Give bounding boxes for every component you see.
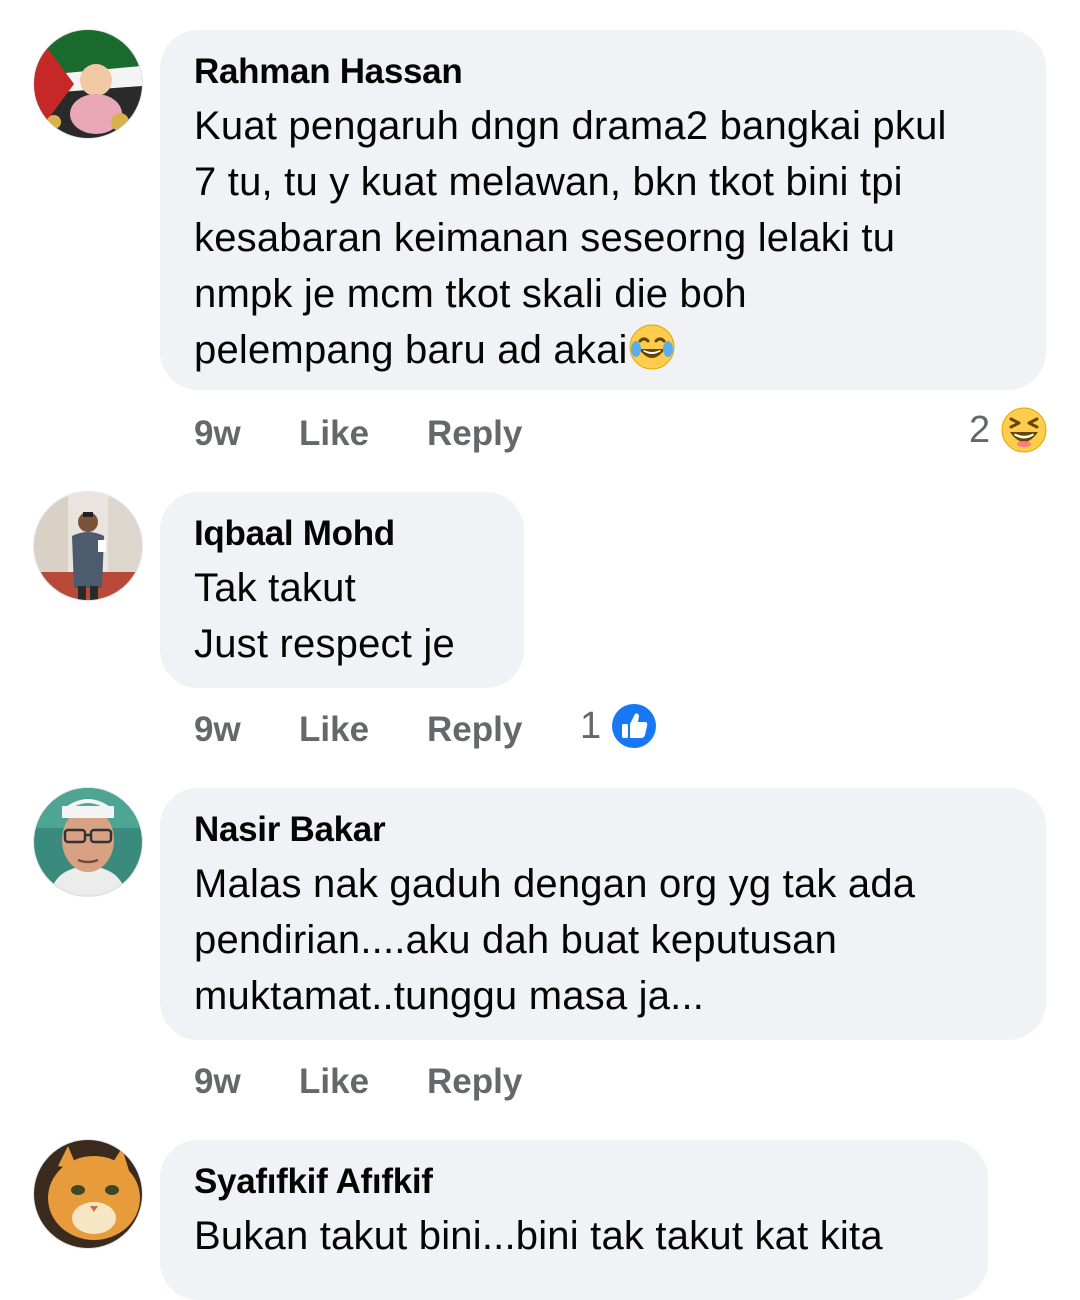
comment-text: Malas nak gaduh dengan org yg tak ada pe…	[194, 862, 916, 1018]
reply-button[interactable]: Reply	[427, 1060, 522, 1104]
comment-author[interactable]: Iqbaal Mohd	[194, 512, 490, 556]
avatar[interactable]	[34, 30, 142, 138]
like-button[interactable]: Like	[299, 708, 369, 752]
like-button[interactable]: Like	[299, 412, 369, 456]
comment-text: Tak takut Just respect je	[194, 566, 455, 666]
comment-author[interactable]: Nasir Bakar	[194, 808, 1012, 852]
avatar[interactable]	[34, 1140, 142, 1248]
comment-time[interactable]: 9w	[194, 1060, 241, 1104]
reaction-summary[interactable]: 2	[966, 406, 1050, 454]
tears-of-joy-emoji-icon	[629, 324, 675, 370]
comment-item: Rahman Hassan Kuat pengaruh dngn drama2 …	[0, 0, 1080, 470]
laughing-emoji-icon	[1001, 407, 1047, 453]
comment-item: Syafıfkif Afıfkif Bukan takut bini...bin…	[0, 1130, 1080, 1300]
comment-author[interactable]: Rahman Hassan	[194, 50, 1012, 94]
comment-bubble: Syafıfkif Afıfkif Bukan takut bini...bin…	[160, 1140, 988, 1300]
comment-author[interactable]: Syafıfkif Afıfkif	[194, 1160, 954, 1204]
comment-time[interactable]: 9w	[194, 708, 241, 752]
avatar-image	[34, 30, 142, 138]
reaction-count: 2	[969, 409, 991, 451]
reaction-summary[interactable]: 1	[580, 702, 660, 750]
comment-text-body: Kuat pengaruh dngn drama2 bangkai pkul 7…	[194, 104, 947, 372]
comment-item: Iqbaal Mohd Tak takut Just respect je 9w…	[0, 470, 1080, 770]
avatar-image	[34, 788, 142, 896]
comment-bubble: Iqbaal Mohd Tak takut Just respect je	[160, 492, 524, 688]
like-button[interactable]: Like	[299, 1060, 369, 1104]
avatar-image	[34, 1140, 142, 1248]
comment-text: Kuat pengaruh dngn drama2 bangkai pkul 7…	[194, 98, 1012, 378]
reaction-count: 1	[580, 705, 602, 747]
comment-time[interactable]: 9w	[194, 412, 241, 456]
avatar[interactable]	[34, 788, 142, 896]
comment-bubble: Nasir Bakar Malas nak gaduh dengan org y…	[160, 788, 1046, 1040]
like-thumb-icon	[612, 704, 656, 748]
reply-button[interactable]: Reply	[427, 412, 522, 456]
comment-text: Bukan takut bini...bini tak takut kat ki…	[194, 1214, 883, 1258]
reply-button[interactable]: Reply	[427, 708, 522, 752]
comment-bubble: Rahman Hassan Kuat pengaruh dngn drama2 …	[160, 30, 1046, 390]
avatar[interactable]	[34, 492, 142, 600]
comment-item: Nasir Bakar Malas nak gaduh dengan org y…	[0, 770, 1080, 1130]
avatar-image	[34, 492, 142, 600]
